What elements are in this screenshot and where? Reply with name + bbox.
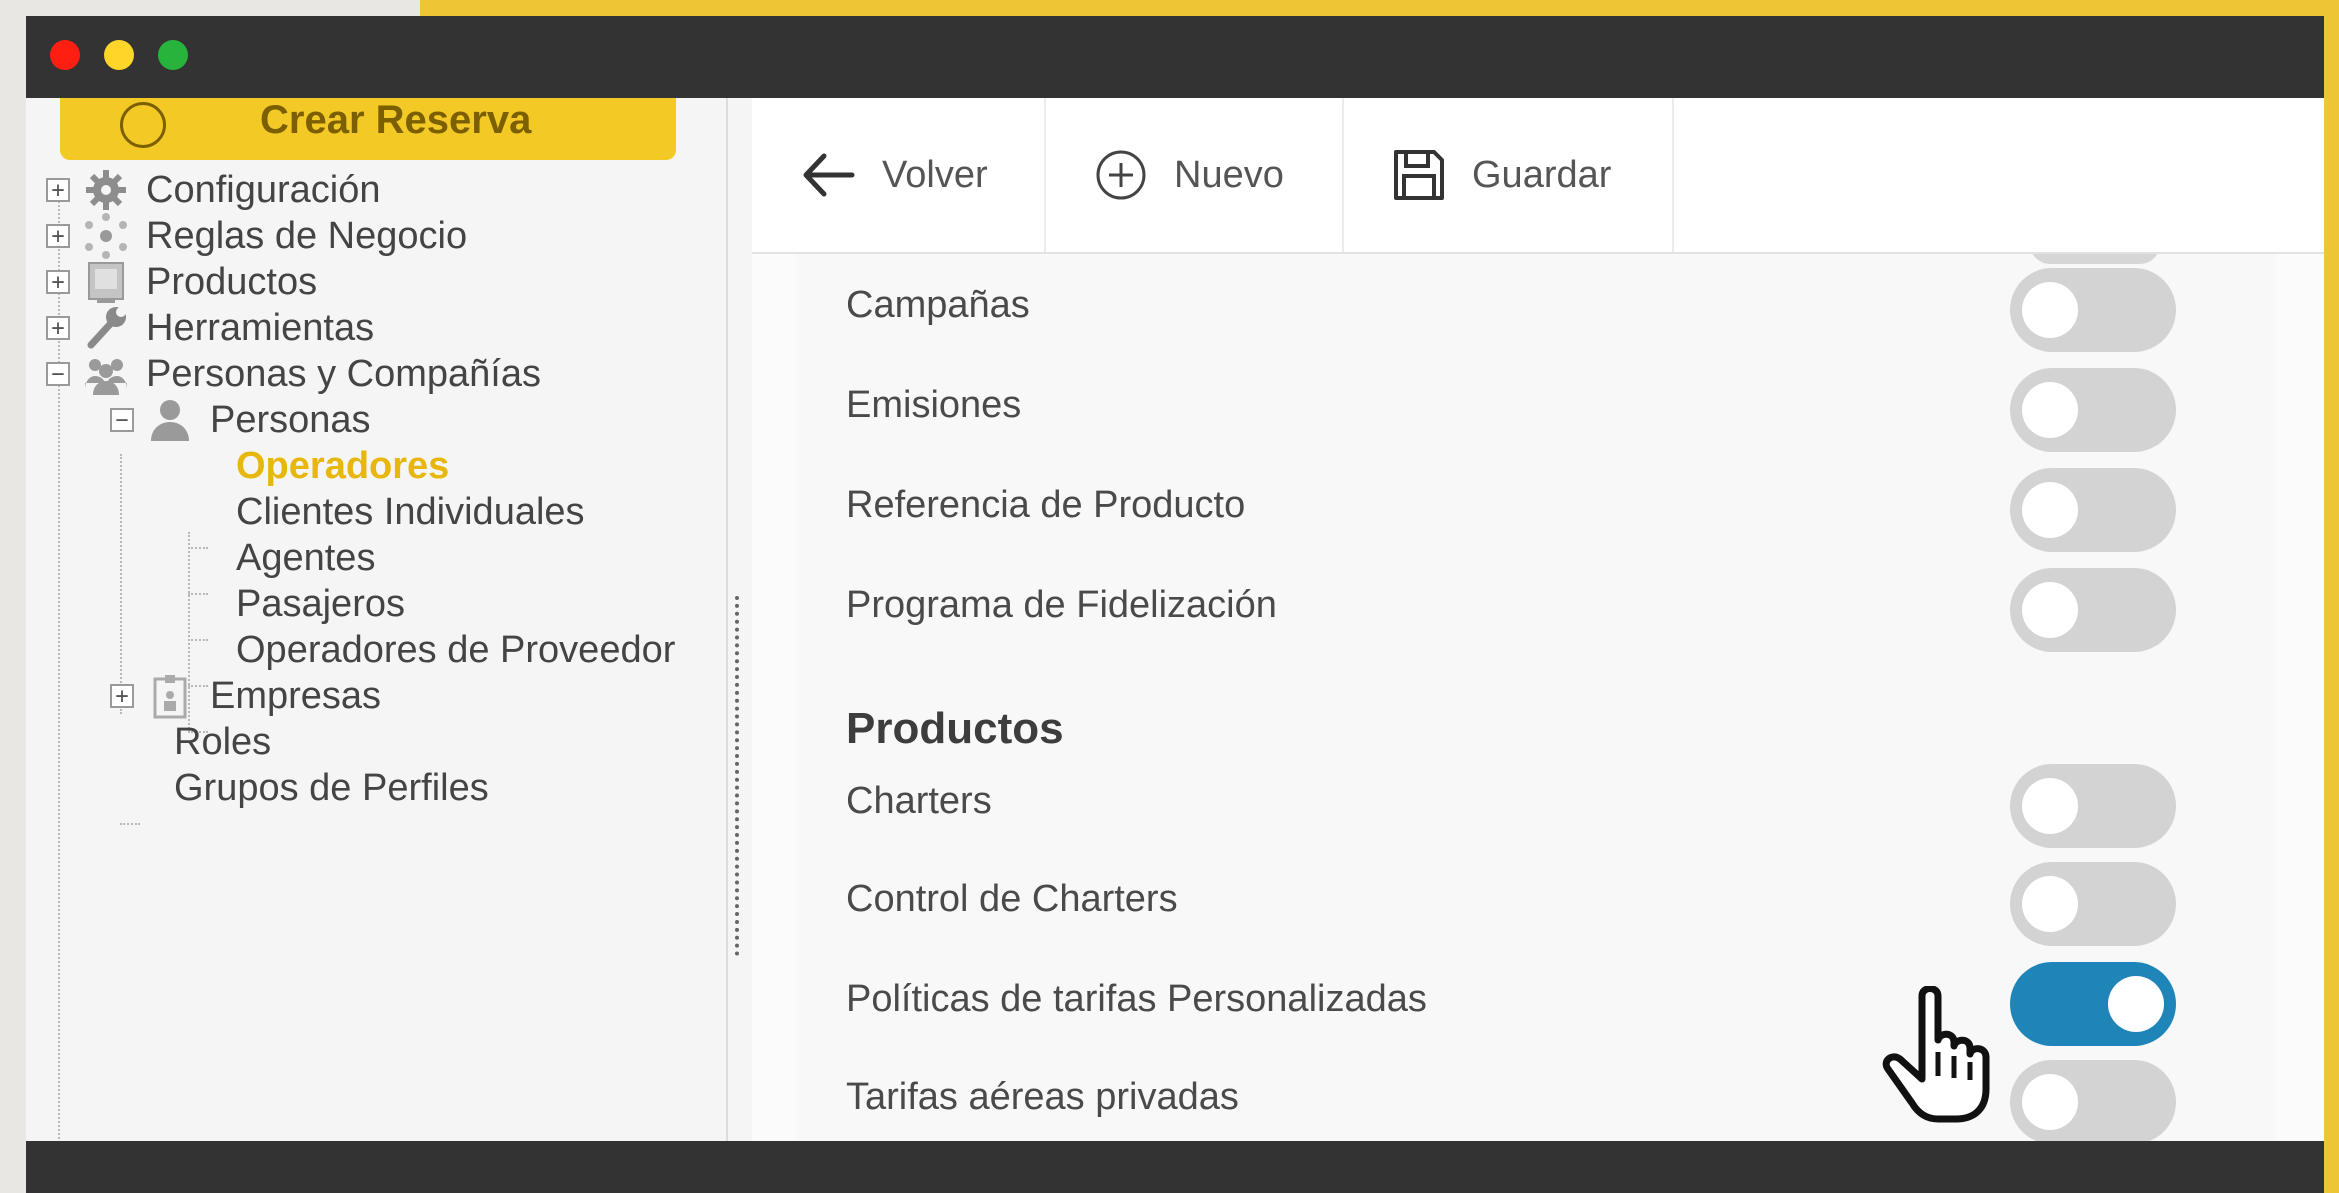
toggle-knob <box>2022 482 2078 538</box>
expand-icon[interactable]: + <box>46 178 70 202</box>
maximize-window-button[interactable] <box>158 40 188 70</box>
toggle-knob <box>2022 582 2078 638</box>
section-heading-productos: Productos <box>846 704 1064 753</box>
toggle-knob <box>2022 1074 2078 1130</box>
title-bar <box>26 16 2324 98</box>
setting-label: Programa de Fidelización <box>846 584 1277 626</box>
sidebar-item-grupos-perfiles[interactable]: Grupos de Perfiles <box>174 758 489 818</box>
back-label: Volver <box>882 153 988 196</box>
setting-label: Referencia de Producto <box>846 484 1246 526</box>
control-charters-toggle[interactable] <box>2010 862 2176 946</box>
floppy-disk-icon <box>1392 148 1446 202</box>
expand-icon[interactable]: + <box>46 224 70 248</box>
toggle-knob <box>2022 876 2078 932</box>
setting-row-referencia-producto: Referencia de Producto <box>796 454 2276 554</box>
settings-content: Campañas Emisiones Referencia de Product… <box>796 254 2276 1141</box>
setting-label: Emisiones <box>846 384 1022 426</box>
campanas-toggle[interactable] <box>2010 268 2176 352</box>
new-label: Nuevo <box>1174 153 1284 196</box>
setting-row-tarifas-aereas: Tarifas aéreas privadas <box>796 1046 2276 1141</box>
save-button[interactable]: Guardar <box>1344 98 1674 252</box>
close-window-button[interactable] <box>50 40 80 70</box>
back-button[interactable]: Volver <box>752 98 1046 252</box>
navigation-tree: + Configuración + Reglas de Negocio + Pr… <box>26 98 726 1141</box>
charters-toggle[interactable] <box>2010 764 2176 848</box>
hand-cursor-icon <box>1882 986 1990 1123</box>
tree-connector <box>188 547 208 549</box>
plus-circle-icon <box>1094 148 1148 202</box>
setting-label: Campañas <box>846 284 1030 326</box>
save-label: Guardar <box>1472 153 1612 196</box>
setting-label: Charters <box>846 780 992 822</box>
tree-connector <box>120 823 140 825</box>
sidebar-item-label: Grupos de Perfiles <box>174 766 489 809</box>
panel-splitter[interactable] <box>726 576 748 976</box>
minimize-window-button[interactable] <box>104 40 134 70</box>
person-icon <box>144 394 196 446</box>
expand-icon[interactable]: + <box>110 684 134 708</box>
collapse-icon[interactable]: − <box>46 362 70 386</box>
bottom-bar <box>26 1141 2324 1193</box>
splitter-handle[interactable] <box>735 596 739 956</box>
setting-row-politicas-tarifas: Políticas de tarifas Personalizadas <box>796 948 2276 1048</box>
setting-row-programa-fidelizacion: Programa de Fidelización <box>796 554 2276 654</box>
expand-icon[interactable]: + <box>46 316 70 340</box>
setting-label: Tarifas aéreas privadas <box>846 1076 1239 1118</box>
expand-icon[interactable]: + <box>46 270 70 294</box>
setting-label: Políticas de tarifas Personalizadas <box>846 978 1427 1020</box>
toggle-knob <box>2108 976 2164 1032</box>
tarifas-aereas-toggle[interactable] <box>2010 1060 2176 1141</box>
referencia-producto-toggle[interactable] <box>2010 468 2176 552</box>
new-button[interactable]: Nuevo <box>1046 98 1344 252</box>
emisiones-toggle[interactable] <box>2010 368 2176 452</box>
sidebar: Crear Reserva + Configuración + Reglas d… <box>26 98 728 1141</box>
politicas-tarifas-toggle[interactable] <box>2010 962 2176 1046</box>
collapse-icon[interactable]: − <box>110 408 134 432</box>
toggle-knob <box>2022 778 2078 834</box>
setting-row-emisiones: Emisiones <box>796 354 2276 454</box>
setting-label: Control de Charters <box>846 878 1178 920</box>
programa-fidelizacion-toggle[interactable] <box>2010 568 2176 652</box>
toolbar: Volver Nuevo Guardar <box>752 98 2324 254</box>
setting-row-control-charters: Control de Charters <box>796 848 2276 948</box>
toggle-knob <box>2022 382 2078 438</box>
tree-connector <box>188 639 208 641</box>
tree-connector <box>188 593 208 595</box>
main-panel: Volver Nuevo Guardar Campañas Emisiones … <box>752 98 2324 1141</box>
setting-row-charters: Charters <box>796 750 2276 850</box>
setting-row-campanas: Campañas <box>796 254 2276 354</box>
arrow-left-icon <box>800 150 856 200</box>
toggle-knob <box>2022 282 2078 338</box>
